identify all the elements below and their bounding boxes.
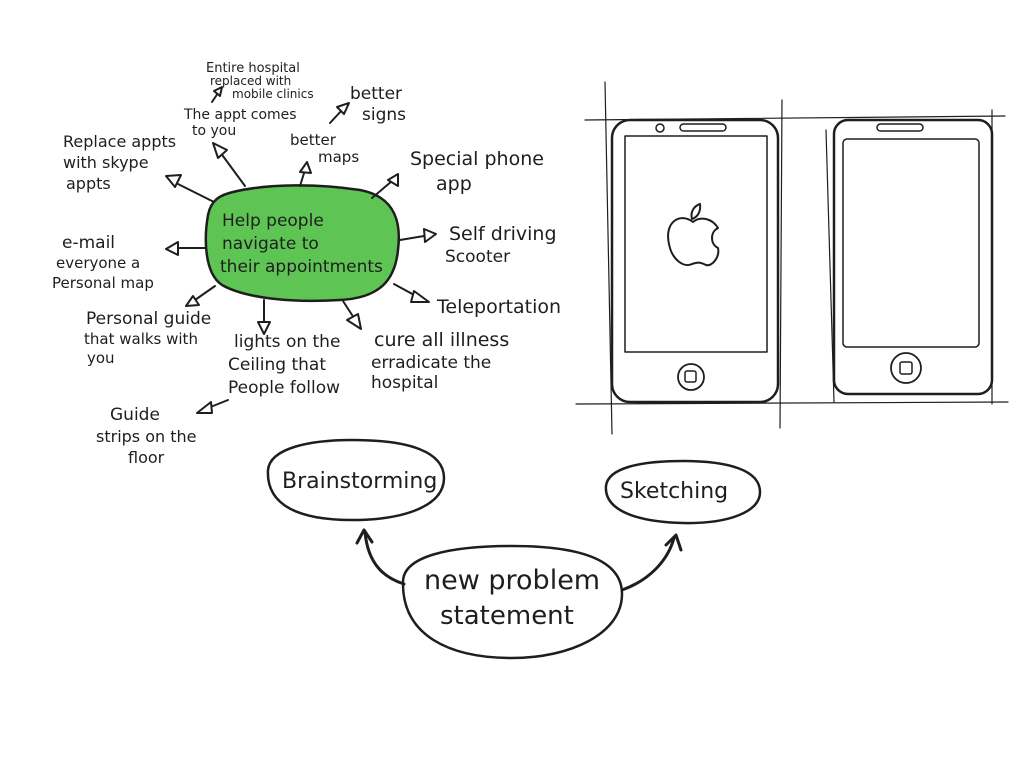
sketching-label: Sketching [620, 479, 728, 504]
idea-lights-line-3: People follow [228, 378, 340, 398]
idea-hospital: Entire hospital replaced with mobile cli… [206, 61, 314, 101]
idea-strips-line-1: Guide [110, 405, 160, 425]
arrow-cure [342, 300, 355, 319]
arrowhead-cure [346, 313, 362, 330]
idea-appt-comes: The appt comes to you [183, 107, 297, 139]
arrowhead-email [165, 241, 179, 256]
idea-appt-comes-line-1: The appt comes [183, 107, 297, 123]
idea-skype-line-2: with skype [63, 153, 149, 172]
home-button-icon [890, 352, 922, 384]
arrowhead-teleport [410, 290, 430, 303]
mindmap-center-line-3: their appointments [220, 257, 383, 277]
idea-appt-comes-line-2: to you [192, 123, 236, 139]
brainstorming-bubble: Brainstorming [266, 438, 446, 522]
idea-email-line-2: everyone a [56, 254, 140, 272]
idea-email: e-mail everyone a Personal map [52, 233, 154, 292]
idea-cure: cure all illness erradicate the hospital [371, 329, 509, 393]
idea-lights-line-2: Ceiling that [228, 355, 326, 375]
idea-skype: Replace appts with skype appts [63, 132, 176, 193]
idea-teleport-line-1: Teleportation [436, 296, 561, 318]
idea-email-line-1: e-mail [62, 233, 115, 253]
arrowhead-appt-comes [212, 142, 228, 159]
idea-cure-line-1: cure all illness [374, 329, 509, 351]
arrowhead-strips [196, 401, 213, 414]
idea-phone-app-line-2: app [436, 173, 472, 195]
idea-scooter-line-2: Scooter [445, 247, 510, 267]
arrow-skype [175, 182, 215, 203]
problem-statement-line-1: new problem [424, 565, 600, 596]
mindmap: Help people navigate to their appointmen… [52, 61, 561, 467]
brainstorming-label: Brainstorming [282, 469, 437, 494]
home-button-icon [677, 363, 705, 391]
idea-guide-line-1: Personal guide [86, 309, 211, 329]
arrowhead-scooter [423, 228, 437, 243]
phone-sketch-left [610, 118, 780, 404]
arrowhead-better-maps [299, 161, 312, 174]
arrow-guide [194, 285, 216, 301]
idea-teleport: Teleportation [436, 296, 561, 318]
problem-statement-bubble: new problem statement [401, 544, 624, 660]
idea-better-signs-line-2: signs [362, 105, 406, 125]
idea-phone-app-line-1: Special phone [410, 148, 544, 170]
idea-guide-line-2: that walks with [84, 330, 198, 348]
idea-lights-line-1: lights on the [234, 332, 340, 352]
idea-email-line-3: Personal map [52, 274, 154, 292]
arrow-better-signs [329, 109, 343, 124]
phone-sketches [575, 81, 1009, 435]
phone-right-speaker [876, 123, 924, 132]
idea-better-maps: better maps [290, 131, 359, 166]
idea-better-maps-line-1: better [290, 131, 337, 149]
idea-better-signs-line-1: better [350, 84, 402, 104]
arrow-scooter [399, 235, 425, 241]
process-flow: Brainstorming Sketching new problem stat… [266, 438, 762, 660]
idea-phone-app: Special phone app [410, 148, 544, 195]
idea-strips-line-2: strips on the [96, 427, 196, 446]
phone-sketch-right [832, 118, 994, 396]
idea-hospital-line-3: mobile clinics [232, 87, 314, 101]
idea-hospital-line-2: replaced with [210, 74, 291, 88]
phone-left-speaker [679, 123, 727, 132]
problem-statement-line-2: statement [440, 601, 574, 631]
sketch-guide-lines [575, 81, 1009, 435]
idea-guide: Personal guide that walks with you [84, 309, 211, 367]
apple-logo-icon [667, 203, 720, 267]
whiteboard-canvas: Help people navigate to their appointmen… [52, 61, 1009, 660]
arrow-appt-comes [219, 151, 246, 187]
idea-cure-line-3: hospital [371, 373, 438, 393]
idea-scooter: Self driving Scooter [445, 223, 557, 267]
idea-cure-line-2: erradicate the [371, 353, 491, 373]
guide-line-v2 [779, 99, 783, 429]
idea-scooter-line-1: Self driving [449, 223, 557, 245]
idea-better-signs: better signs [350, 84, 406, 125]
idea-skype-line-3: appts [66, 174, 111, 193]
phone-right-body [832, 118, 994, 396]
idea-strips: Guide strips on the floor [96, 405, 196, 467]
arrow-phone-app [371, 180, 393, 199]
phone-left-screen [624, 135, 768, 353]
arrowhead-hospital [213, 86, 223, 97]
mindmap-center-line-2: navigate to [222, 234, 319, 254]
idea-guide-line-3: you [87, 349, 115, 367]
idea-strips-line-3: floor [128, 448, 165, 467]
mindmap-center-line-1: Help people [222, 211, 324, 231]
sketching-bubble: Sketching [604, 459, 762, 525]
idea-better-maps-line-2: maps [318, 148, 359, 166]
idea-lights: lights on the Ceiling that People follow [228, 332, 340, 398]
phone-right-screen [842, 138, 980, 348]
phone-left-body [610, 118, 780, 404]
phone-left-camera [655, 123, 665, 133]
idea-skype-line-1: Replace appts [63, 132, 176, 151]
